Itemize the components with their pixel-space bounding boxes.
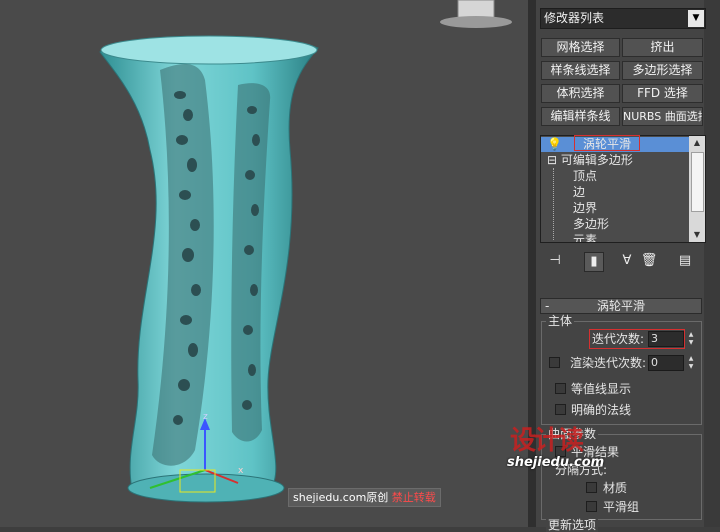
isoline-label: 等值线显示 <box>571 382 632 396</box>
stack-scrollbar[interactable]: ▲ ▼ <box>689 136 705 242</box>
isoline-checkbox[interactable] <box>555 383 566 394</box>
material-label: 材质 <box>603 481 628 495</box>
render-iters-spinner[interactable]: 0 <box>648 355 684 371</box>
stack-toolbar: ⊣ ▮ ∀ 🗑 ▤ <box>540 250 700 272</box>
site-logo-url: shejiedu.com <box>507 455 605 470</box>
vol-select-button[interactable]: 体积选择 <box>541 84 620 103</box>
stack-item-editable-poly[interactable]: ⊟ 可编辑多边形 <box>547 153 633 168</box>
subobj-edge[interactable]: 边 <box>573 185 585 200</box>
remove-modifier-icon[interactable]: 🗑 <box>640 252 658 270</box>
explicit-normals-checkbox[interactable] <box>555 404 566 415</box>
subobj-vertex[interactable]: 顶点 <box>573 169 597 184</box>
show-end-result-icon[interactable]: ▮ <box>584 252 604 272</box>
lightbulb-icon[interactable]: 💡 <box>547 137 562 152</box>
configure-sets-icon[interactable]: ▤ <box>676 252 694 270</box>
perspective-viewport[interactable]: z x shejiedu.com原创 禁止转载 <box>0 0 528 527</box>
modifier-stack[interactable]: 💡 涡轮平滑 ⊟ 可编辑多边形 顶点 边 边界 多边形 元素 ▲ ▼ <box>540 135 706 243</box>
iterations-spinner-arrows[interactable]: ▲ ▼ <box>686 331 696 347</box>
make-unique-icon[interactable]: ∀ <box>618 252 636 270</box>
axis-label-x: x <box>238 466 244 476</box>
collapse-icon[interactable]: ⊟ <box>547 153 557 167</box>
stack-item-editable-poly-label: 可编辑多边形 <box>560 153 633 167</box>
edit-spline-button[interactable]: 编辑样条线 <box>541 107 620 126</box>
site-logo: 设计读 <box>510 426 584 456</box>
smoothing-group-checkbox[interactable] <box>586 501 597 512</box>
render-iters-checkbox[interactable] <box>549 357 560 368</box>
scroll-down-icon[interactable]: ▼ <box>689 228 705 242</box>
render-iters-label: 渲染迭代次数: <box>570 356 647 370</box>
modifier-list-dropdown[interactable]: 修改器列表 ▼ <box>540 8 706 29</box>
chevron-down-icon[interactable]: ▼ <box>688 10 704 27</box>
watermark-warning: 禁止转载 <box>391 491 436 504</box>
turbosmooth-rollout-header[interactable]: - 涡轮平滑 <box>540 298 702 314</box>
axis-label-z: z <box>203 412 208 422</box>
highlight-box-turbosmooth <box>574 135 640 151</box>
mesh-select-button[interactable]: 网格选择 <box>541 38 620 57</box>
main-group-title: 主体 <box>546 314 575 328</box>
nurbs-surface-select-button[interactable]: NURBS 曲面选择 <box>622 107 703 126</box>
panel-scrollbar[interactable] <box>704 0 720 527</box>
subobj-polygon[interactable]: 多边形 <box>573 217 609 232</box>
extrude-button[interactable]: 挤出 <box>622 38 703 57</box>
scroll-up-icon[interactable]: ▲ <box>689 136 705 150</box>
material-checkbox[interactable] <box>586 482 597 493</box>
vase-model[interactable] <box>0 0 528 527</box>
render-iters-spinner-arrows[interactable]: ▲ ▼ <box>686 355 696 371</box>
poly-select-button[interactable]: 多边形选择 <box>622 61 703 80</box>
update-group-title: 更新选项 <box>546 518 599 532</box>
rollout-title: 涡轮平滑 <box>596 299 645 313</box>
subobj-border[interactable]: 边界 <box>573 201 597 216</box>
ffd-select-button[interactable]: FFD 选择 <box>622 84 703 103</box>
modifier-list-label: 修改器列表 <box>544 11 605 25</box>
subobj-element[interactable]: 元素 <box>573 233 597 242</box>
highlight-box-iterations <box>589 329 685 349</box>
pin-stack-icon[interactable]: ⊣ <box>546 252 564 270</box>
stack-scroll-thumb[interactable] <box>691 152 704 212</box>
spline-select-button[interactable]: 样条线选择 <box>541 61 620 80</box>
explicit-normals-label: 明确的法线 <box>571 403 632 417</box>
watermark-bar: shejiedu.com原创 禁止转载 <box>288 488 441 507</box>
smoothing-group-label: 平滑组 <box>603 500 640 514</box>
watermark-text: shejiedu.com原创 <box>293 491 389 504</box>
